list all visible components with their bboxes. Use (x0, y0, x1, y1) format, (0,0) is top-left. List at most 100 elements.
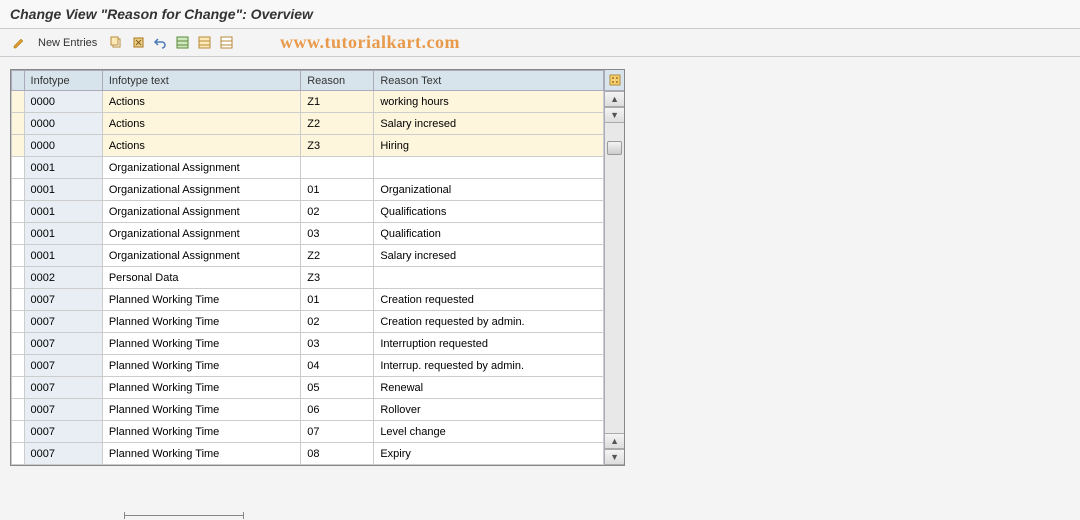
cell-reason[interactable]: 08 (301, 443, 374, 465)
cell-reason-text[interactable]: Interruption requested (374, 333, 604, 355)
cell-reason-text[interactable]: Rollover (374, 399, 604, 421)
col-reason-text[interactable]: Reason Text (374, 71, 604, 91)
col-reason[interactable]: Reason (301, 71, 374, 91)
cell-infotype-text[interactable]: Personal Data (102, 267, 300, 289)
cell-infotype-text[interactable]: Planned Working Time (102, 443, 300, 465)
cell-infotype-text[interactable]: Organizational Assignment (102, 245, 300, 267)
cell-infotype-text[interactable]: Organizational Assignment (102, 179, 300, 201)
table-settings-icon[interactable] (605, 70, 624, 91)
undo-icon[interactable] (151, 34, 169, 52)
scroll-up-page-button[interactable]: ▲ (605, 433, 624, 449)
cell-infotype-text[interactable]: Organizational Assignment (102, 201, 300, 223)
cell-reason-text[interactable]: Qualifications (374, 201, 604, 223)
cell-reason[interactable]: 06 (301, 399, 374, 421)
cell-infotype-text[interactable]: Actions (102, 91, 300, 113)
row-selector[interactable] (12, 179, 25, 201)
cell-reason-text[interactable]: Interrup. requested by admin. (374, 355, 604, 377)
cell-infotype[interactable]: 0000 (24, 113, 102, 135)
cell-infotype[interactable]: 0000 (24, 91, 102, 113)
cell-infotype-text[interactable]: Planned Working Time (102, 377, 300, 399)
cell-reason[interactable]: Z2 (301, 245, 374, 267)
row-selector[interactable] (12, 91, 25, 113)
cell-reason[interactable] (301, 157, 374, 179)
cell-infotype-text[interactable]: Planned Working Time (102, 311, 300, 333)
select-all-icon[interactable] (173, 34, 191, 52)
cell-reason-text[interactable] (374, 267, 604, 289)
cell-infotype[interactable]: 0007 (24, 333, 102, 355)
cell-infotype-text[interactable]: Planned Working Time (102, 421, 300, 443)
new-entries-button[interactable]: New Entries (32, 35, 103, 51)
cell-reason-text[interactable]: Creation requested (374, 289, 604, 311)
cell-reason-text[interactable]: Qualification (374, 223, 604, 245)
select-block-icon[interactable] (195, 34, 213, 52)
cell-infotype[interactable]: 0007 (24, 421, 102, 443)
cell-infotype-text[interactable]: Actions (102, 135, 300, 157)
cell-reason[interactable]: 03 (301, 223, 374, 245)
cell-infotype[interactable]: 0000 (24, 135, 102, 157)
cell-infotype[interactable]: 0007 (24, 377, 102, 399)
row-selector[interactable] (12, 223, 25, 245)
cell-infotype-text[interactable]: Planned Working Time (102, 289, 300, 311)
copy-icon[interactable] (107, 34, 125, 52)
row-selector[interactable] (12, 333, 25, 355)
cell-reason[interactable]: 01 (301, 179, 374, 201)
cell-infotype[interactable]: 0002 (24, 267, 102, 289)
cell-infotype-text[interactable]: Organizational Assignment (102, 157, 300, 179)
cell-reason[interactable]: 03 (301, 333, 374, 355)
scroll-down-button[interactable]: ▼ (605, 107, 624, 123)
row-selector[interactable] (12, 311, 25, 333)
cell-infotype[interactable]: 0007 (24, 399, 102, 421)
cell-infotype[interactable]: 0001 (24, 245, 102, 267)
cell-reason[interactable]: 05 (301, 377, 374, 399)
scroll-thumb[interactable] (607, 141, 622, 155)
cell-reason[interactable]: 04 (301, 355, 374, 377)
deselect-all-icon[interactable] (217, 34, 235, 52)
scroll-track[interactable] (605, 123, 624, 433)
cell-infotype[interactable]: 0001 (24, 157, 102, 179)
row-selector[interactable] (12, 135, 25, 157)
cell-infotype[interactable]: 0001 (24, 179, 102, 201)
cell-infotype[interactable]: 0007 (24, 311, 102, 333)
cell-reason[interactable]: Z2 (301, 113, 374, 135)
cell-reason[interactable]: Z1 (301, 91, 374, 113)
cell-reason[interactable]: 02 (301, 201, 374, 223)
cell-infotype-text[interactable]: Organizational Assignment (102, 223, 300, 245)
row-selector[interactable] (12, 399, 25, 421)
cell-infotype[interactable]: 0001 (24, 223, 102, 245)
cell-reason-text[interactable]: Creation requested by admin. (374, 311, 604, 333)
scroll-down-page-button[interactable]: ▼ (605, 449, 624, 465)
cell-reason-text[interactable] (374, 157, 604, 179)
row-selector[interactable] (12, 267, 25, 289)
cell-reason[interactable]: Z3 (301, 135, 374, 157)
cell-infotype-text[interactable]: Planned Working Time (102, 333, 300, 355)
col-infotype[interactable]: Infotype (24, 71, 102, 91)
row-selector[interactable] (12, 201, 25, 223)
cell-reason[interactable]: 02 (301, 311, 374, 333)
cell-reason-text[interactable]: Hiring (374, 135, 604, 157)
cell-reason-text[interactable]: Salary incresed (374, 113, 604, 135)
change-icon[interactable] (10, 34, 28, 52)
cell-reason-text[interactable]: working hours (374, 91, 604, 113)
cell-reason-text[interactable]: Level change (374, 421, 604, 443)
cell-reason-text[interactable]: Salary incresed (374, 245, 604, 267)
row-selector[interactable] (12, 443, 25, 465)
row-selector[interactable] (12, 113, 25, 135)
cell-infotype-text[interactable]: Planned Working Time (102, 399, 300, 421)
cell-infotype-text[interactable]: Actions (102, 113, 300, 135)
cell-reason[interactable]: 07 (301, 421, 374, 443)
cell-reason-text[interactable]: Organizational (374, 179, 604, 201)
cell-reason[interactable]: 01 (301, 289, 374, 311)
cell-reason[interactable]: Z3 (301, 267, 374, 289)
select-all-rows[interactable] (12, 71, 25, 91)
row-selector[interactable] (12, 289, 25, 311)
cell-infotype[interactable]: 0007 (24, 443, 102, 465)
row-selector[interactable] (12, 421, 25, 443)
cell-infotype[interactable]: 0007 (24, 355, 102, 377)
cell-reason-text[interactable]: Expiry (374, 443, 604, 465)
row-selector[interactable] (12, 245, 25, 267)
delete-icon[interactable] (129, 34, 147, 52)
cell-infotype-text[interactable]: Planned Working Time (102, 355, 300, 377)
cell-infotype[interactable]: 0001 (24, 201, 102, 223)
scroll-up-button[interactable]: ▲ (605, 91, 624, 107)
cell-reason-text[interactable]: Renewal (374, 377, 604, 399)
